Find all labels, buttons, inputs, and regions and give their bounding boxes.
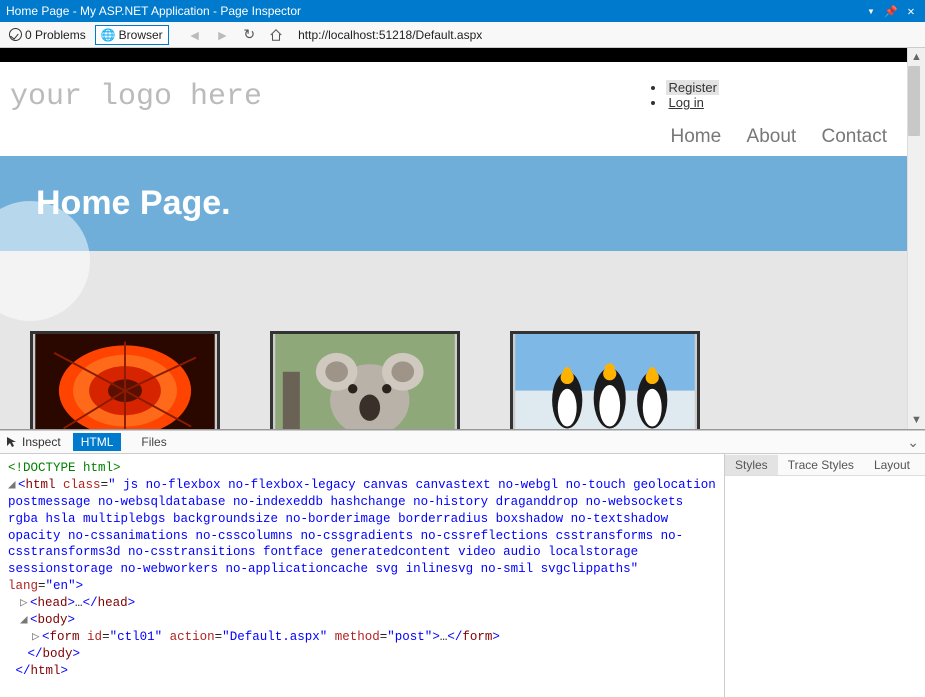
- code-doctype: <!DOCTYPE html>: [8, 461, 121, 475]
- home-icon: [269, 28, 283, 42]
- nav-refresh-button[interactable]: ↻: [238, 25, 260, 45]
- tab-files[interactable]: Files: [133, 433, 174, 451]
- window-title-bar: Home Page - My ASP.NET Application - Pag…: [0, 0, 925, 22]
- logo-placeholder: your logo here: [10, 80, 262, 114]
- side-tab-layout[interactable]: Layout: [864, 455, 920, 475]
- code-head-line[interactable]: ▷<head>…</head>: [8, 595, 716, 612]
- code-body-close: </body>: [8, 646, 716, 663]
- scroll-down-button[interactable]: ▼: [908, 411, 925, 429]
- preview-area: your logo here Register Log in Home Abou…: [0, 48, 925, 430]
- nav-home-button[interactable]: [264, 25, 288, 45]
- expand-head-icon[interactable]: ▷: [20, 595, 29, 612]
- arrow-left-icon: ◄: [188, 28, 202, 42]
- chrysanthemum-image[interactable]: [30, 331, 220, 429]
- window-close-button[interactable]: ✕: [903, 4, 919, 18]
- page-header: your logo here Register Log in Home Abou…: [0, 62, 907, 156]
- url-text: http://localhost:51218/Default.aspx: [298, 28, 482, 42]
- inspector-collapse-button[interactable]: ⌄: [907, 434, 919, 451]
- browser-label: Browser: [119, 28, 163, 42]
- side-tab-styles[interactable]: Styles: [725, 455, 778, 475]
- page-black-strip: [0, 48, 907, 62]
- side-tab-trace-styles[interactable]: Trace Styles: [778, 455, 864, 475]
- scroll-track[interactable]: [908, 66, 925, 411]
- account-nav: Register Log in Home About Contact: [648, 80, 887, 148]
- preview-scrollbar[interactable]: ▲ ▼: [907, 48, 925, 429]
- nav-back-button[interactable]: ◄: [183, 25, 207, 45]
- toolbar: 0 Problems 🌐 Browser ◄ ► ↻ http://localh…: [0, 22, 925, 48]
- side-tab-attributes[interactable]: Att: [920, 455, 925, 475]
- window-autohide-button[interactable]: ▾: [863, 4, 879, 18]
- pointer-icon: [6, 436, 18, 448]
- register-link[interactable]: Register: [666, 80, 869, 95]
- nav-forward-button[interactable]: ►: [211, 25, 235, 45]
- inspect-tool[interactable]: Inspect: [6, 435, 61, 449]
- login-link[interactable]: Log in: [666, 95, 869, 110]
- code-html-close: </html>: [8, 663, 716, 680]
- koala-image[interactable]: [270, 331, 460, 429]
- check-icon: [9, 28, 22, 41]
- code-html-open[interactable]: ◢<html class=" js no-flexbox no-flexbox-…: [8, 477, 716, 595]
- expand-html-icon[interactable]: ◢: [8, 477, 17, 494]
- window-title: Home Page - My ASP.NET Application - Pag…: [6, 4, 859, 18]
- expand-form-icon[interactable]: ▷: [32, 629, 41, 646]
- browser-mode-button[interactable]: 🌐 Browser: [95, 25, 169, 45]
- globe-icon: 🌐: [101, 28, 116, 42]
- code-form-line[interactable]: ▷<form id="ctl01" action="Default.aspx" …: [8, 629, 716, 646]
- penguins-image[interactable]: [510, 331, 700, 429]
- problems-count: 0 Problems: [25, 28, 86, 42]
- side-tab-bar: Styles Trace Styles Layout Att: [725, 454, 925, 476]
- rendered-page[interactable]: your logo here Register Log in Home Abou…: [0, 48, 907, 429]
- inspector-tab-bar: Inspect HTML Files ⌄: [0, 430, 925, 454]
- nav-home[interactable]: Home: [670, 126, 721, 147]
- nav-contact[interactable]: Contact: [822, 126, 887, 147]
- hero-banner: Home Page.: [0, 156, 907, 251]
- inspector-panes: <!DOCTYPE html> ◢<html class=" js no-fle…: [0, 454, 925, 697]
- scroll-thumb[interactable]: [908, 66, 920, 136]
- window-pin-button[interactable]: 📌: [883, 5, 899, 18]
- main-nav: Home About Contact: [648, 126, 887, 148]
- code-body-open[interactable]: ◢<body>: [8, 612, 716, 629]
- html-source-pane[interactable]: <!DOCTYPE html> ◢<html class=" js no-fle…: [0, 454, 725, 697]
- expand-body-icon[interactable]: ◢: [20, 612, 29, 629]
- refresh-icon: ↻: [243, 26, 255, 43]
- scroll-up-button[interactable]: ▲: [908, 48, 925, 66]
- image-gallery: [0, 251, 907, 429]
- nav-about[interactable]: About: [747, 126, 797, 147]
- inspect-label: Inspect: [22, 435, 61, 449]
- tab-html[interactable]: HTML: [73, 433, 122, 451]
- arrow-right-icon: ►: [216, 28, 230, 42]
- problems-indicator[interactable]: 0 Problems: [4, 25, 91, 45]
- address-bar[interactable]: http://localhost:51218/Default.aspx: [292, 25, 921, 45]
- styles-pane: Styles Trace Styles Layout Att: [725, 454, 925, 697]
